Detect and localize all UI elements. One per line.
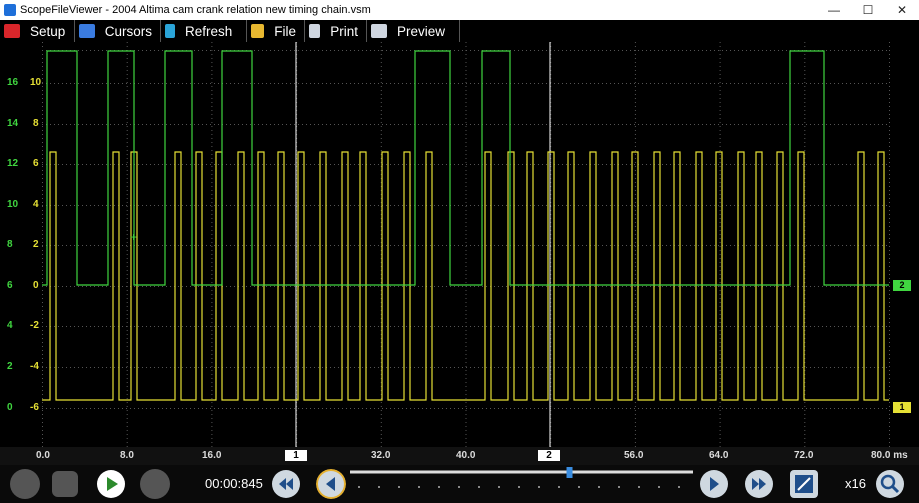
cursor-1-tag[interactable]: 1	[285, 450, 307, 461]
channel-2-marker[interactable]: 2	[893, 280, 911, 291]
yellow-scale-label: 6	[33, 158, 39, 169]
time-axis: 0.0 8.0 16.0 1 32.0 40.0 2 56.0 64.0 72.…	[0, 447, 919, 465]
play-icon[interactable]	[96, 469, 126, 499]
magnifier-icon[interactable]	[875, 469, 905, 499]
cursor-2-tag[interactable]: 2	[538, 450, 560, 461]
time-label: 64.0	[709, 450, 729, 461]
file-button[interactable]: File	[247, 20, 305, 42]
time-label: 80.0 ms	[871, 450, 908, 461]
timeline-slider[interactable]	[350, 467, 695, 499]
green-scale-label: 14	[7, 118, 19, 129]
preview-label: Preview	[397, 23, 446, 39]
channel-1-marker[interactable]: 1	[893, 402, 911, 413]
setup-icon	[4, 24, 20, 38]
close-button[interactable]: ✕	[885, 0, 919, 20]
time-label: 72.0	[794, 450, 814, 461]
cursors-label: Cursors	[104, 23, 152, 39]
green-scale-label: 12	[7, 158, 19, 169]
title-bar: ScopeFileViewer - 2004 Altima cam crank …	[0, 0, 919, 20]
green-scale-label: 8	[7, 239, 13, 250]
time-label: 40.0	[456, 450, 476, 461]
time-label: 56.0	[624, 450, 644, 461]
step-forward-icon[interactable]	[699, 469, 729, 499]
yellow-scale-label: 8	[33, 118, 39, 129]
yellow-scale-label: 0	[33, 280, 39, 291]
printer-icon	[309, 24, 321, 38]
setup-label: Setup	[30, 23, 66, 39]
crosshair-marker: +	[130, 230, 137, 244]
timecode: 00:00:845	[205, 476, 263, 491]
green-scale-label: 0	[7, 402, 13, 413]
cursors-button[interactable]: Cursors	[75, 20, 161, 42]
green-scale-label: 2	[7, 361, 13, 372]
refresh-icon	[165, 24, 175, 38]
yellow-scale-label: -6	[30, 402, 39, 413]
time-label: 8.0	[120, 450, 134, 461]
fast-forward-icon[interactable]	[744, 469, 774, 499]
zoom-level: x16	[845, 476, 866, 491]
print-preview-icon	[371, 24, 387, 38]
preview-button[interactable]: Preview	[367, 20, 460, 42]
green-scale-label: 10	[7, 199, 19, 210]
yellow-scale-label: -2	[30, 320, 39, 331]
playback-controls: 00:00:845 x16	[0, 465, 919, 503]
yellow-scale-label: 2	[33, 239, 39, 250]
setup-button[interactable]: Setup	[0, 20, 75, 42]
refresh-label: Refresh	[185, 23, 233, 39]
refresh-button[interactable]: Refresh	[161, 20, 247, 42]
folder-icon	[251, 24, 265, 38]
yellow-scale-label: 4	[33, 199, 39, 210]
scope-display[interactable]: +	[0, 42, 919, 447]
record-icon[interactable]	[140, 469, 170, 499]
minimize-button[interactable]: —	[817, 0, 851, 20]
yellow-scale-label: 10	[30, 77, 42, 88]
time-label: 16.0	[202, 450, 222, 461]
snapshot-icon[interactable]	[10, 469, 40, 499]
cursors-icon	[79, 24, 95, 38]
maximize-button[interactable]: ☐	[851, 0, 885, 20]
print-label: Print	[330, 23, 358, 39]
toolbar: Setup Cursors Refresh File Print Preview	[0, 20, 460, 42]
file-label: File	[274, 23, 296, 39]
zoom-fit-icon[interactable]	[789, 469, 819, 499]
stop-icon[interactable]	[52, 471, 78, 497]
green-scale-label: 4	[7, 320, 13, 331]
grid	[42, 42, 890, 447]
print-button[interactable]: Print	[305, 20, 367, 42]
green-scale-label: 16	[7, 77, 19, 88]
yellow-scale-label: -4	[30, 361, 39, 372]
voltage-scale: 16 14 12 10 8 6 4 2 0 10 8 6 4 2 0 -2 -4 -6	[2, 42, 42, 447]
window-title: ScopeFileViewer - 2004 Altima cam crank …	[20, 4, 371, 16]
app-icon	[4, 4, 16, 16]
time-label: 32.0	[371, 450, 391, 461]
step-back-icon[interactable]	[316, 469, 346, 499]
rewind-icon[interactable]	[271, 469, 301, 499]
time-label: 0.0	[36, 450, 50, 461]
green-scale-label: 6	[7, 280, 13, 291]
